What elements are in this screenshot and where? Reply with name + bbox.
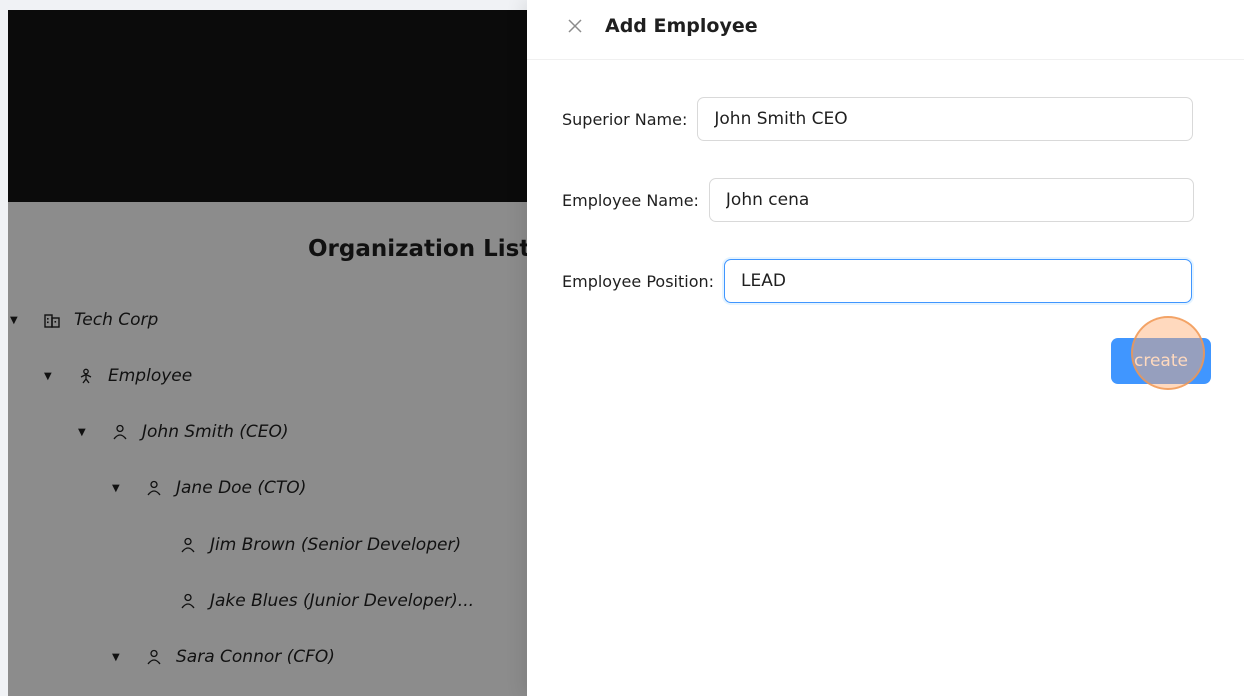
add-employee-drawer: Add Employee Superior Name: Employee Nam… — [527, 0, 1244, 696]
drawer-title: Add Employee — [605, 14, 758, 37]
superior-name-row: Superior Name: — [562, 97, 1194, 141]
employee-position-label: Employee Position: — [562, 271, 715, 291]
employee-name-label: Employee Name: — [562, 190, 699, 210]
superior-name-label: Superior Name: — [562, 109, 688, 129]
close-icon[interactable] — [567, 18, 583, 34]
employee-name-row: Employee Name: — [562, 178, 1194, 222]
superior-name-input[interactable] — [697, 97, 1194, 141]
employee-position-input[interactable] — [724, 259, 1193, 303]
employee-position-row: Employee Position: — [562, 259, 1193, 303]
drawer-header: Add Employee — [527, 0, 1244, 60]
create-button[interactable]: create — [1111, 338, 1211, 384]
employee-name-input[interactable] — [708, 178, 1194, 222]
